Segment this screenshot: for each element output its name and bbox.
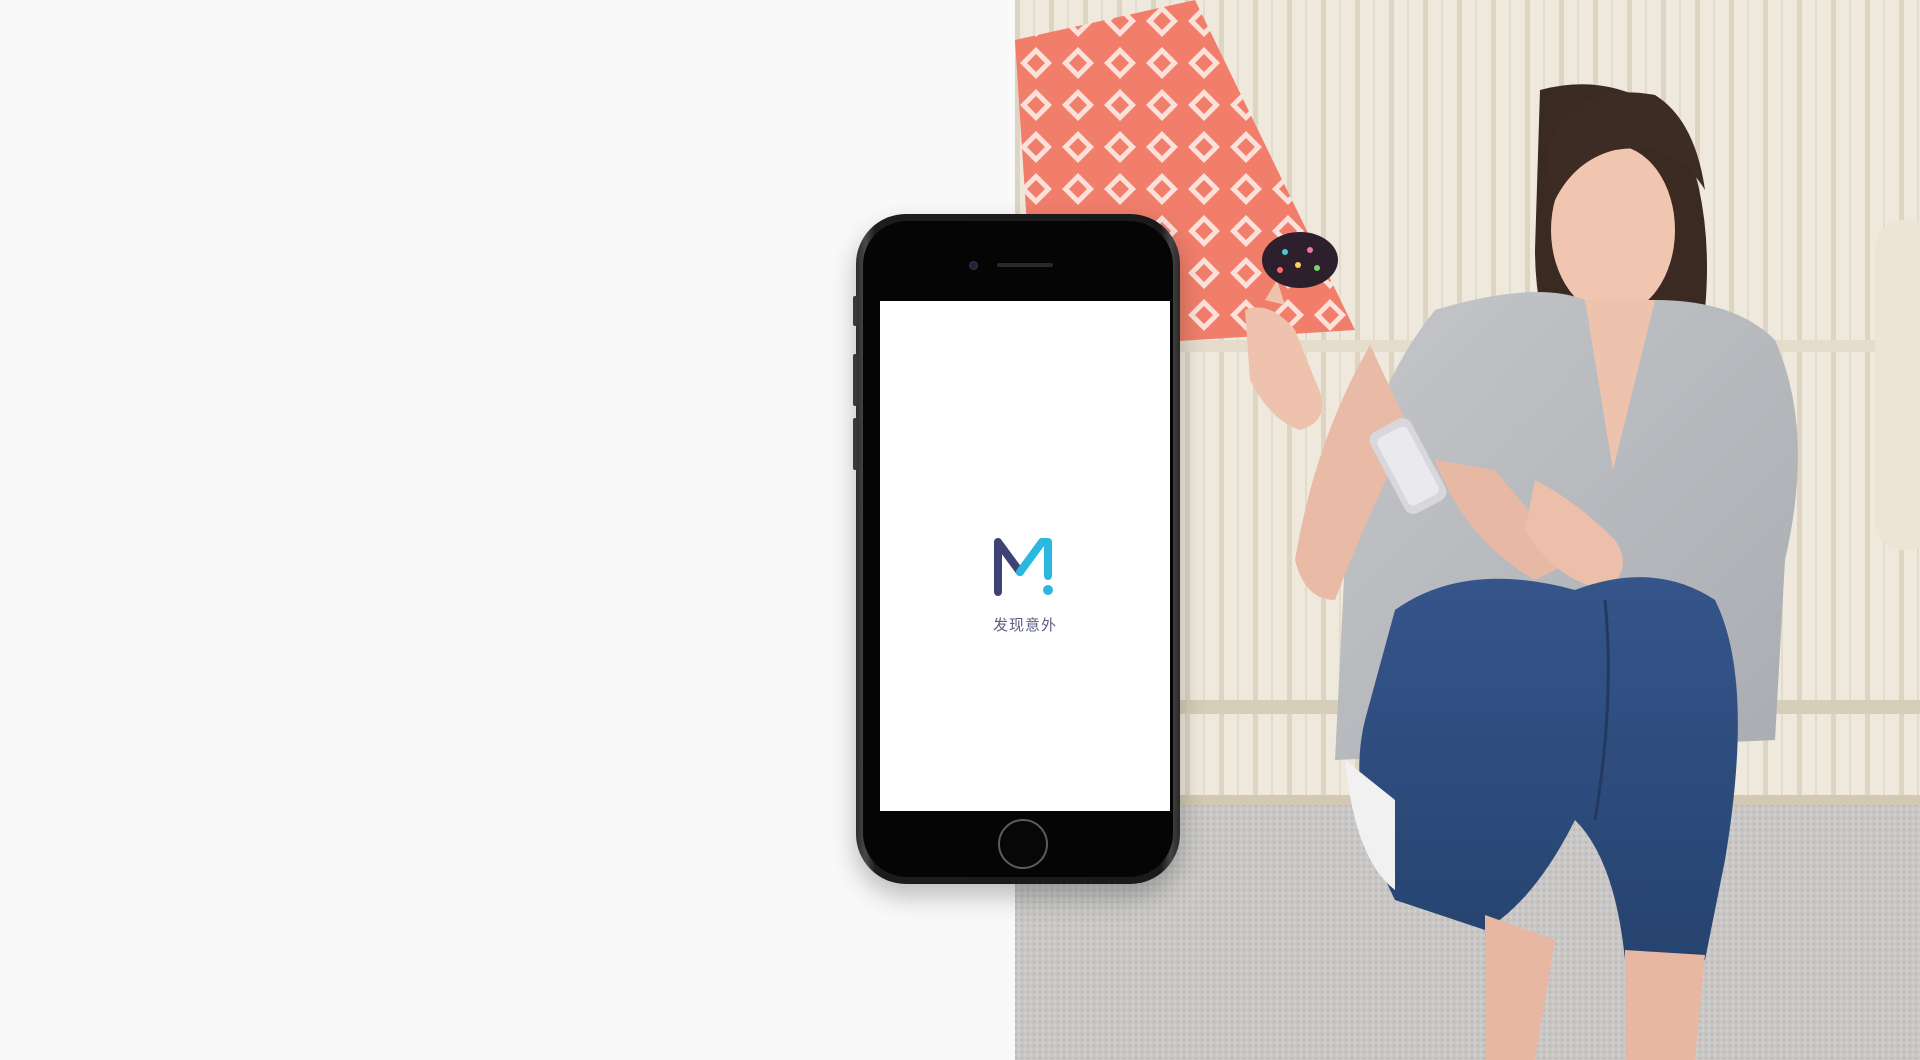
volume-up-button [853,354,857,406]
front-camera-icon [969,261,978,270]
app-tagline: 发现意外 [992,616,1057,634]
m-exclamation-logo-icon [994,538,1053,596]
phone-mockup: 发现意外 [853,214,1180,884]
phone-bezel: 发现意外 [863,221,1173,877]
app-splash-screen: 发现意外 [880,301,1170,811]
mute-switch [853,296,857,326]
volume-down-button [853,418,857,470]
landing-hero: 发现意外 [0,0,1920,1060]
earpiece-speaker [997,263,1053,267]
home-button[interactable] [998,819,1048,869]
